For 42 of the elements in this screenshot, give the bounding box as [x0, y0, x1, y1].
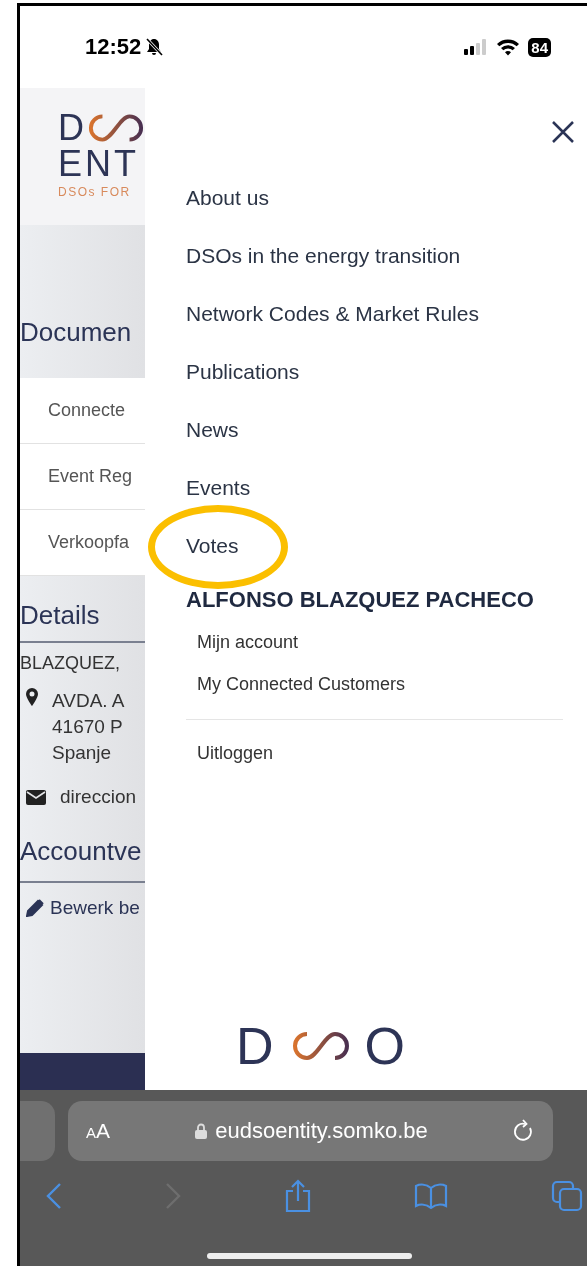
menu-item[interactable]: News: [186, 401, 239, 459]
url-text: eudsoentity.somko.be: [215, 1118, 428, 1144]
address-text: AVDA. A 41670 P Spanje: [52, 689, 125, 765]
account-link[interactable]: My Connected Customers: [186, 663, 587, 705]
previous-tab[interactable]: [20, 1101, 55, 1161]
logo-text: ENT: [58, 146, 139, 182]
edit-link[interactable]: Bewerk be: [20, 883, 145, 919]
menu-item[interactable]: Network Codes & Market Rules: [186, 285, 479, 343]
text-size-button[interactable]: AA: [86, 1119, 111, 1143]
tabs-button[interactable]: [551, 1180, 583, 1212]
menu-item[interactable]: Events: [186, 459, 251, 517]
logo-letter: D: [236, 1020, 277, 1072]
logout-link[interactable]: Uitloggen: [186, 732, 587, 774]
logo-letter: O: [364, 1020, 408, 1072]
battery-level: 84: [528, 37, 551, 57]
menu-item[interactable]: Votes: [186, 517, 239, 575]
share-button[interactable]: [283, 1179, 312, 1213]
section-heading: Documen: [20, 317, 133, 348]
location-pin-icon: [26, 688, 38, 706]
back-button[interactable]: [46, 1182, 62, 1210]
logo-letter: D: [58, 110, 87, 146]
pencil-icon: [26, 899, 44, 917]
infinity-icon: [87, 111, 145, 145]
address-bar[interactable]: AA eudsoentity.somko.be: [68, 1101, 553, 1161]
menu-item[interactable]: Publications: [186, 343, 300, 401]
section-heading: Accountve: [20, 836, 143, 867]
menu-item[interactable]: About us: [186, 169, 269, 227]
reload-icon[interactable]: [513, 1119, 535, 1143]
bell-slash-icon: [144, 37, 165, 57]
menu-item[interactable]: DSOs in the energy transition: [186, 227, 461, 285]
clock-time: 12:52: [85, 34, 142, 60]
account-link[interactable]: Mijn account: [186, 621, 587, 663]
bookmarks-button[interactable]: [414, 1183, 449, 1209]
company-name: BLAZQUEZ,: [20, 653, 122, 674]
lock-icon: [195, 1123, 208, 1139]
user-name: ALFONSO BLAZQUEZ PACHECO: [186, 587, 535, 613]
envelope-icon: [26, 789, 46, 805]
wifi-icon: [496, 38, 521, 56]
signal-icon: [464, 39, 489, 55]
section-heading: Details: [20, 600, 101, 631]
logo-tagline: DSOs FOR: [58, 185, 131, 199]
email-text: direccion: [60, 785, 137, 809]
